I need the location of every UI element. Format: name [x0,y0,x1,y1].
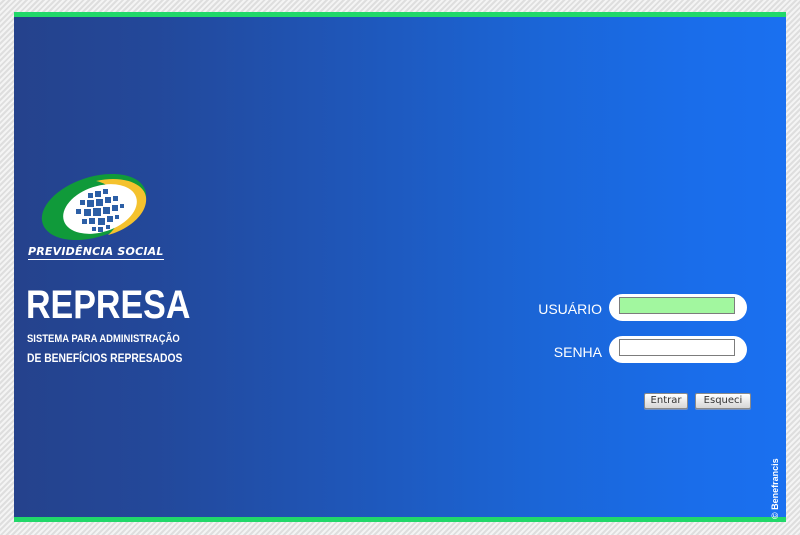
copyright-text: © Benefrancis [770,458,780,519]
app-title: REPRESA [26,283,191,327]
app-subtitle-line2: DE BENEFÍCIOS REPRESADOS [27,351,183,365]
enter-button[interactable]: Entrar [644,393,688,409]
username-field-wrapper [609,294,747,321]
logo-underline [28,259,164,260]
username-input[interactable] [619,297,735,314]
forgot-password-button[interactable]: Esqueci [695,393,751,409]
login-panel: PREVIDÊNCIA SOCIAL REPRESA SISTEMA PARA … [14,12,786,522]
password-field-wrapper [609,336,747,363]
username-label: USUÁRIO [538,301,602,317]
app-subtitle-line1: SISTEMA PARA ADMINISTRAÇÃO [27,333,180,345]
password-label: SENHA [553,344,602,360]
logo-emblem-icon [41,173,147,241]
logo-text: PREVIDÊNCIA SOCIAL [28,245,164,258]
password-input[interactable] [619,339,735,356]
